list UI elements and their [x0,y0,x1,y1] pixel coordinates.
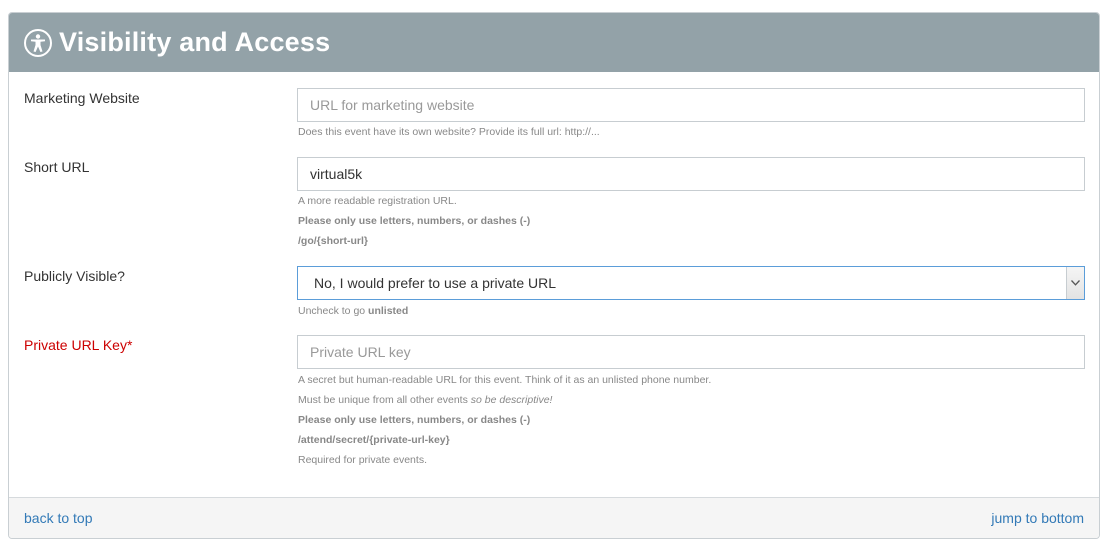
private-url-key-field[interactable] [297,335,1085,369]
private-url-key-help-line2-text: Must be unique from all other events [298,394,468,406]
short-url-label: Short URL [24,159,90,175]
marketing-website-input[interactable] [310,97,1072,113]
back-to-top-link[interactable]: back to top [24,510,93,526]
short-url-help-rule: Please only use letters, numbers, or das… [298,211,530,231]
private-url-key-label: Private URL Key* [24,337,133,353]
jump-to-bottom-link[interactable]: jump to bottom [991,510,1084,526]
private-url-key-help-line3: Please only use letters, numbers, or das… [298,410,711,430]
accessibility-icon [23,28,53,58]
publicly-visible-help-text: Uncheck to go [298,305,366,317]
private-url-key-help: A secret but human-readable URL for this… [298,370,711,470]
short-url-help-rule-text: Please only use letters, numbers, or das… [298,215,531,227]
short-url-help-pattern-text: /go/{short-url} [298,235,368,247]
marketing-website-label: Marketing Website [24,90,140,106]
private-url-key-help-line4-text: /attend/secret/{private-url-key} [298,434,450,446]
private-url-key-help-line5: Required for private events. [298,454,427,466]
private-url-key-help-line1: A secret but human-readable URL for this… [298,374,712,386]
publicly-visible-help: Uncheck to go unlisted [298,301,408,321]
panel-title: Visibility and Access [59,27,331,57]
marketing-website-field[interactable] [297,88,1085,122]
short-url-help-pattern: /go/{short-url} [298,231,530,251]
visibility-access-panel: Visibility and Access Marketing Website … [8,12,1100,539]
panel-footer: back to top jump to bottom [9,497,1099,538]
short-url-help: A more readable registration URL. Please… [298,191,530,251]
private-url-key-help-line2: Must be unique from all other events so … [298,390,711,410]
panel-header: Visibility and Access [9,13,1099,72]
publicly-visible-select[interactable]: No, I would prefer to use a private URL [297,266,1085,300]
publicly-visible-selected: No, I would prefer to use a private URL [314,275,557,291]
marketing-website-help: Does this event have its own website? Pr… [298,126,600,138]
publicly-visible-help-bold: unlisted [368,305,409,317]
private-url-key-input[interactable] [310,344,1072,360]
publicly-visible-label: Publicly Visible? [24,268,125,284]
private-url-key-help-line3-text: Please only use letters, numbers, or das… [298,414,531,426]
short-url-help-line: A more readable registration URL. [298,195,457,207]
private-url-key-help-line4: /attend/secret/{private-url-key} [298,430,711,450]
short-url-field[interactable] [297,157,1085,191]
chevron-down-icon[interactable] [1066,267,1084,299]
short-url-input[interactable] [310,166,1072,182]
private-url-key-help-line2-italic: so be descriptive! [470,394,553,406]
